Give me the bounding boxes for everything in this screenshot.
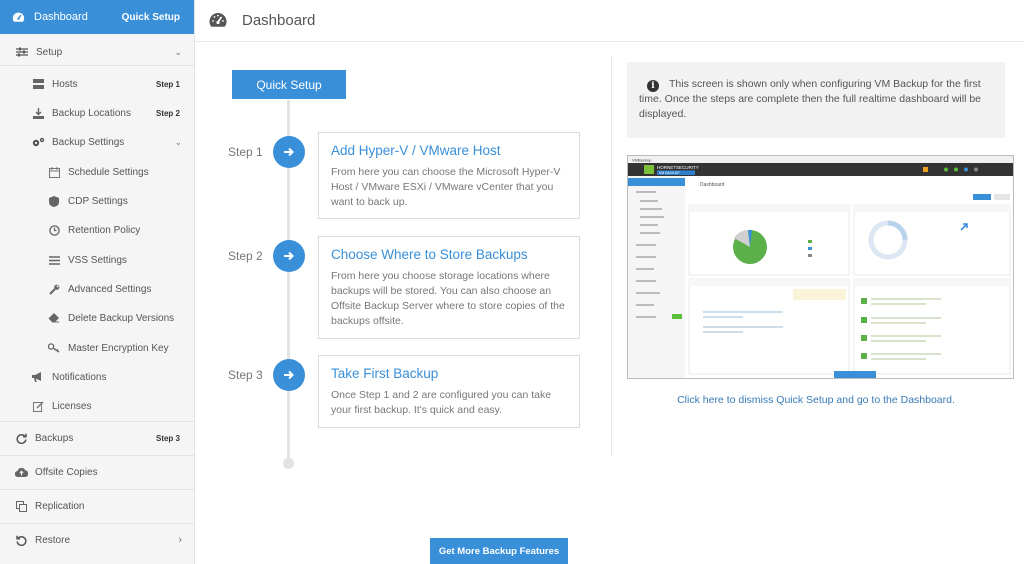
step-description: Once Step 1 and 2 are configured you can… [331, 389, 552, 416]
sidebar-item-retention-policy[interactable]: Retention Policy [0, 223, 195, 237]
sidebar-dashboard-label: Dashboard [34, 11, 88, 23]
step-card-add-host[interactable]: Add Hyper-V / VMware Host From here you … [318, 132, 580, 219]
step-title[interactable]: Choose Where to Store Backups [331, 247, 567, 262]
step-description: From here you can choose the Microsoft H… [331, 166, 561, 208]
chevron-down-icon: ⌄ [174, 136, 182, 147]
info-box: i This screen is shown only when configur… [627, 62, 1005, 138]
arrow-right-circle-icon[interactable] [273, 240, 305, 272]
sidebar-item-backup-settings[interactable]: Backup Settings ⌄ [0, 135, 195, 149]
sidebar-item-label: Master Encryption Key [68, 342, 169, 354]
sidebar-item-label: CDP Settings [68, 195, 128, 207]
sidebar-item-label: Retention Policy [68, 224, 141, 236]
sidebar-item-label: Notifications [52, 371, 107, 383]
step-card-store-backups[interactable]: Choose Where to Store Backups From here … [318, 236, 580, 339]
quick-setup-button[interactable]: Quick Setup [232, 70, 346, 99]
info-text: This screen is shown only when configuri… [639, 78, 982, 120]
step-description: From here you choose storage locations w… [331, 270, 565, 327]
calendar-icon [47, 166, 61, 178]
sidebar-item-label: Restore [35, 534, 71, 546]
sidebar-item-label: Replication [35, 500, 85, 512]
sidebar-item-label: Offsite Copies [35, 466, 98, 478]
eraser-icon [47, 312, 61, 324]
step-badge: Step 3 [155, 433, 180, 443]
timeline-end-dot [283, 458, 294, 469]
sidebar-item-label: Advanced Settings [68, 283, 152, 295]
sidebar-item-delete-backup-versions[interactable]: Delete Backup Versions [0, 311, 195, 325]
preview-dashboard-title: Dashboard [700, 182, 725, 188]
sidebar-item-schedule-settings[interactable]: Schedule Settings [0, 165, 195, 179]
dashboard-icon [209, 12, 227, 30]
sidebar-item-cdp-settings[interactable]: CDP Settings [0, 194, 195, 208]
sidebar-item-setup[interactable]: Setup ⌄ [0, 45, 195, 59]
dismiss-quick-setup-link[interactable]: Click here to dismiss Quick Setup and go… [612, 394, 1020, 406]
info-icon: i [647, 80, 659, 92]
shield-icon [47, 195, 61, 207]
step-card-first-backup[interactable]: Take First Backup Once Step 1 and 2 are … [318, 355, 580, 428]
sidebar-item-label: Licenses [52, 400, 92, 412]
top-header: Dashboard [195, 0, 1024, 42]
preview-window-title: VMBackup [632, 158, 652, 163]
sidebar-item-label: Setup [36, 46, 63, 58]
edit-icon [31, 400, 45, 412]
copy-icon [14, 500, 28, 512]
sidebar-item-replication[interactable]: Replication [0, 499, 195, 513]
download-icon [31, 107, 45, 119]
list-icon [47, 254, 61, 266]
divider [0, 421, 195, 422]
sidebar-item-licenses[interactable]: Licenses [0, 399, 195, 413]
sidebar-item-label: Backup Locations [52, 107, 131, 119]
key-icon [47, 342, 61, 354]
step-label: Step 3 [228, 368, 263, 382]
divider [0, 489, 195, 490]
sidebar-item-label: VSS Settings [68, 254, 127, 266]
sidebar-item-restore[interactable]: Restore › [0, 533, 195, 547]
sidebar-item-label: Delete Backup Versions [68, 312, 175, 324]
step-label: Step 1 [228, 145, 263, 159]
chevron-right-icon: › [178, 534, 182, 546]
wrench-icon [47, 283, 61, 295]
sidebar-item-backup-locations[interactable]: Backup Locations Step 2 [0, 106, 195, 120]
cloud-upload-icon [14, 466, 28, 478]
dashboard-preview-image: VMBackup HORNETSECURITY VM BACKUP Dashbo… [627, 155, 1014, 379]
gears-icon [31, 136, 45, 148]
undo-icon [14, 534, 28, 546]
step-title[interactable]: Add Hyper-V / VMware Host [331, 143, 567, 158]
dashboard-icon [12, 10, 26, 24]
preview-product: VM BACKUP [659, 171, 680, 175]
sidebar-header-dashboard[interactable]: Dashboard Quick Setup [0, 0, 194, 34]
sidebar-item-hosts[interactable]: Hosts Step 1 [0, 77, 195, 91]
sidebar-item-label: Hosts [52, 78, 78, 90]
clock-icon [47, 224, 61, 236]
sliders-icon [15, 46, 29, 58]
bullhorn-icon [31, 371, 45, 383]
get-more-features-button[interactable]: Get More Backup Features [430, 538, 568, 564]
arrow-right-circle-icon[interactable] [273, 136, 305, 168]
sidebar-item-vss-settings[interactable]: VSS Settings [0, 253, 195, 267]
preview-brand: HORNETSECURITY [657, 165, 699, 170]
server-icon [31, 78, 45, 90]
chevron-down-icon: ⌄ [174, 46, 182, 57]
sidebar-item-offsite-copies[interactable]: Offsite Copies [0, 465, 195, 479]
sidebar-item-label: Backups [35, 432, 74, 444]
step-label: Step 2 [228, 249, 263, 263]
arrow-right-circle-icon[interactable] [273, 359, 305, 391]
step-badge: Step 2 [155, 108, 180, 118]
divider [0, 65, 195, 66]
step-title[interactable]: Take First Backup [331, 366, 567, 381]
sidebar-item-label: Schedule Settings [68, 166, 149, 178]
redo-icon [14, 432, 28, 444]
sidebar-quick-setup-label[interactable]: Quick Setup [122, 12, 180, 23]
divider [0, 455, 195, 456]
sidebar-item-backups[interactable]: Backups Step 3 [0, 431, 195, 445]
sidebar-item-advanced-settings[interactable]: Advanced Settings [0, 282, 195, 296]
sidebar-item-label: Backup Settings [52, 136, 125, 148]
divider [0, 523, 195, 524]
step-badge: Step 1 [155, 79, 180, 89]
sidebar-item-notifications[interactable]: Notifications [0, 370, 195, 384]
page-title: Dashboard [242, 12, 316, 29]
sidebar: Dashboard Quick Setup Setup ⌄ Hosts Step… [0, 0, 195, 564]
sidebar-item-master-encryption-key[interactable]: Master Encryption Key [0, 341, 195, 355]
